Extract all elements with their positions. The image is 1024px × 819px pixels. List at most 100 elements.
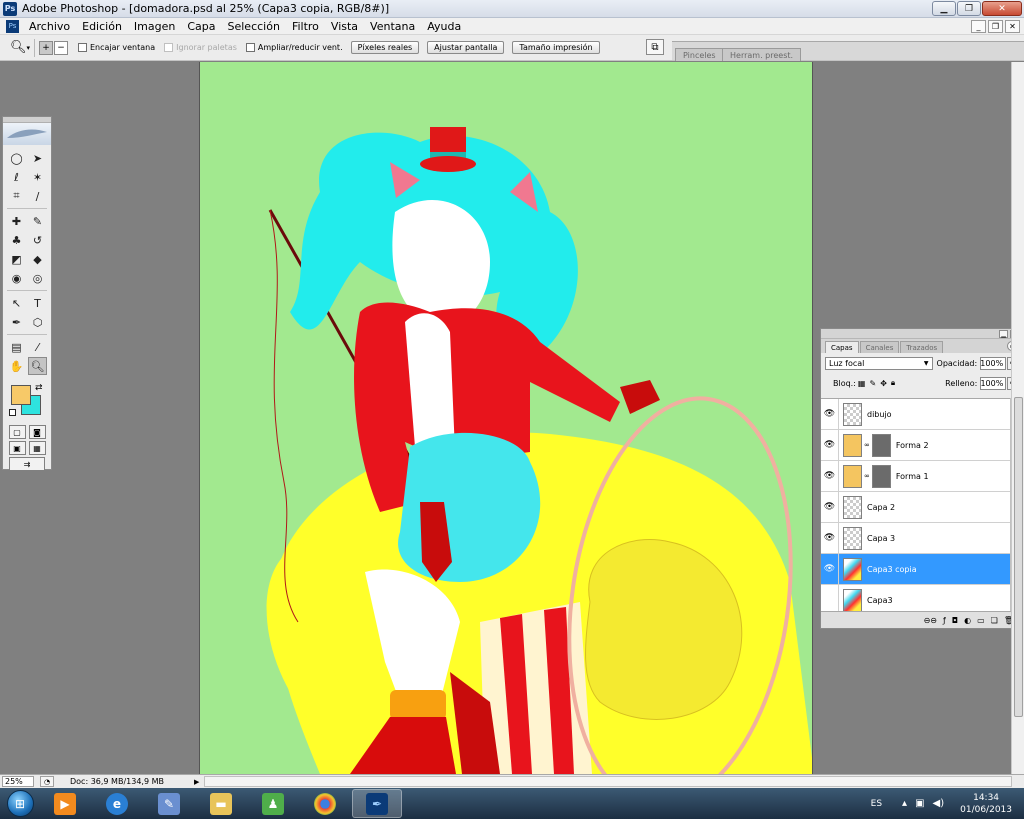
- taskbar-internet-explorer[interactable]: e: [92, 789, 142, 818]
- eye-icon[interactable]: 👁︎: [821, 429, 839, 461]
- canvas-horizontal-scrollbar[interactable]: [204, 776, 1012, 787]
- default-colors-icon[interactable]: [9, 409, 16, 416]
- menu-seleccion[interactable]: Selección: [222, 20, 286, 33]
- menu-edicion[interactable]: Edición: [76, 20, 128, 33]
- panel-minimize-button[interactable]: ▁: [999, 330, 1008, 338]
- crop-tool-icon[interactable]: ⌗: [7, 187, 26, 205]
- taskbar-photoshop[interactable]: ✒: [352, 789, 402, 818]
- chain-link-icon[interactable]: ∞: [864, 472, 870, 480]
- blur-tool-icon[interactable]: ◉: [7, 269, 26, 287]
- doc-minimize-button[interactable]: _: [971, 20, 986, 33]
- status-menu-arrow-icon[interactable]: ▶: [194, 778, 202, 786]
- layer-row-dibujo[interactable]: 👁︎ dibujo: [821, 398, 1010, 430]
- menu-filtro[interactable]: Filtro: [286, 20, 325, 33]
- dodge-tool-icon[interactable]: ◎: [28, 269, 47, 287]
- swap-colors-icon[interactable]: ⇄: [35, 383, 43, 393]
- lock-transparency-icon[interactable]: ▦: [858, 379, 866, 388]
- network-icon[interactable]: ▣: [915, 798, 924, 809]
- clock[interactable]: 14:34 01/06/2013: [960, 792, 1012, 816]
- tab-layers[interactable]: Capas: [825, 341, 859, 353]
- lasso-tool-icon[interactable]: ℓ: [7, 168, 26, 186]
- slice-tool-icon[interactable]: ∕: [28, 187, 47, 205]
- layer-row-capa3-copia[interactable]: 👁︎ Capa3 copia: [821, 553, 1010, 585]
- status-options-icon[interactable]: ◔: [40, 776, 54, 787]
- new-layer-icon[interactable]: ❏: [991, 616, 998, 625]
- taskbar-media-player[interactable]: ▶: [40, 789, 90, 818]
- vertical-scrollbar-thumb[interactable]: [1014, 397, 1023, 717]
- zoom-out-icon[interactable]: −: [54, 40, 68, 55]
- move-tool-icon[interactable]: ➤: [28, 149, 47, 167]
- fill-field[interactable]: 100%: [980, 376, 1007, 390]
- healing-brush-icon[interactable]: ✚: [7, 212, 26, 230]
- restore-button[interactable]: ❐: [957, 1, 981, 16]
- taskbar-explorer[interactable]: ▬: [196, 789, 246, 818]
- menu-ayuda[interactable]: Ayuda: [421, 20, 467, 33]
- tab-tool-presets[interactable]: Herram. preest.: [722, 48, 802, 61]
- lock-paint-icon[interactable]: ✎: [869, 379, 876, 388]
- marquee-tool-icon[interactable]: ◯: [7, 149, 26, 167]
- screen-mode-icon[interactable]: ▣: [8, 441, 26, 455]
- adjustment-layer-icon[interactable]: ◐: [964, 616, 971, 625]
- layer-row-capa-3[interactable]: 👁︎ Capa 3: [821, 522, 1010, 554]
- fit-window-checkbox[interactable]: Encajar ventana: [78, 43, 155, 52]
- feather-icon[interactable]: [3, 123, 51, 145]
- tab-channels[interactable]: Canales: [859, 341, 900, 353]
- zoom-in-icon[interactable]: +: [39, 40, 53, 55]
- path-selection-icon[interactable]: ↖: [7, 294, 26, 312]
- layer-row-forma-2[interactable]: 👁︎ ∞ Forma 2: [821, 429, 1010, 461]
- clone-stamp-icon[interactable]: ♣: [7, 231, 26, 249]
- eraser-tool-icon[interactable]: ◩: [7, 250, 26, 268]
- print-size-button[interactable]: Tamaño impresión: [512, 41, 600, 54]
- eye-icon[interactable]: 👁︎: [821, 553, 839, 585]
- lock-all-icon[interactable]: 🔒︎: [891, 378, 895, 388]
- notes-tool-icon[interactable]: ▤: [7, 338, 26, 356]
- standard-mode-icon[interactable]: ▢: [8, 425, 26, 439]
- fullscreen-menu-icon[interactable]: ▦: [28, 441, 46, 455]
- eye-icon[interactable]: 👁︎: [821, 398, 839, 430]
- taskbar-messenger[interactable]: ♟: [248, 789, 298, 818]
- canvas-vertical-scrollbar[interactable]: [1011, 62, 1024, 774]
- menu-archivo[interactable]: Archivo: [23, 20, 76, 33]
- brush-tool-icon[interactable]: ✎: [28, 212, 47, 230]
- quickmask-mode-icon[interactable]: ◙: [28, 425, 46, 439]
- close-button[interactable]: ✕: [982, 1, 1022, 16]
- layers-panel-titlebar[interactable]: ▁ ✕: [821, 329, 1020, 339]
- document-canvas[interactable]: [199, 62, 813, 774]
- lock-position-icon[interactable]: ✥: [880, 379, 887, 388]
- shape-tool-icon[interactable]: ⬡: [28, 313, 47, 331]
- menu-capa[interactable]: Capa: [181, 20, 221, 33]
- fit-screen-button[interactable]: Ajustar pantalla: [427, 41, 505, 54]
- chain-link-icon[interactable]: ∞: [864, 441, 870, 449]
- eye-icon[interactable]: 👁︎: [821, 522, 839, 554]
- tray-arrow-icon[interactable]: ▴: [902, 798, 907, 809]
- zoom-tool-preset-icon[interactable]: 🔍︎ ▾: [10, 39, 30, 57]
- hand-tool-icon[interactable]: ✋: [7, 357, 26, 375]
- menu-imagen[interactable]: Imagen: [128, 20, 181, 33]
- ignore-palettes-checkbox[interactable]: Ignorar paletas: [164, 43, 237, 52]
- language-indicator[interactable]: ES: [871, 799, 882, 809]
- eye-icon[interactable]: 👁︎: [821, 460, 839, 492]
- layer-style-icon[interactable]: ƒ: [943, 616, 946, 625]
- tab-brushes[interactable]: Pinceles: [675, 48, 724, 61]
- magic-wand-icon[interactable]: ✶: [28, 168, 47, 186]
- volume-icon[interactable]: ◀): [933, 798, 945, 809]
- doc-close-button[interactable]: ✕: [1005, 20, 1020, 33]
- start-button[interactable]: ⊞: [0, 788, 40, 819]
- link-layers-icon[interactable]: ⊖⊖: [924, 616, 937, 625]
- menu-ventana[interactable]: Ventana: [364, 20, 421, 33]
- history-brush-icon[interactable]: ↺: [28, 231, 47, 249]
- taskbar-chrome[interactable]: [300, 789, 350, 818]
- menu-vista[interactable]: Vista: [325, 20, 364, 33]
- opacity-field[interactable]: 100%: [980, 356, 1007, 370]
- eye-icon[interactable]: 👁︎: [821, 491, 839, 523]
- add-mask-icon[interactable]: ◘: [952, 616, 958, 625]
- paint-bucket-icon[interactable]: ◆: [28, 250, 47, 268]
- foreground-color-swatch[interactable]: [11, 385, 31, 405]
- zoom-level-field[interactable]: 25%: [2, 776, 34, 787]
- eyedropper-icon[interactable]: ⁄: [28, 338, 47, 356]
- blend-mode-select[interactable]: Luz focal ▼: [825, 356, 933, 370]
- imageready-jump-icon[interactable]: ⇉: [9, 457, 45, 471]
- layer-row-capa-2[interactable]: 👁︎ Capa 2: [821, 491, 1010, 523]
- layer-row-forma-1[interactable]: 👁︎ ∞ Forma 1: [821, 460, 1010, 492]
- palette-well-icon[interactable]: ⧉: [646, 39, 664, 55]
